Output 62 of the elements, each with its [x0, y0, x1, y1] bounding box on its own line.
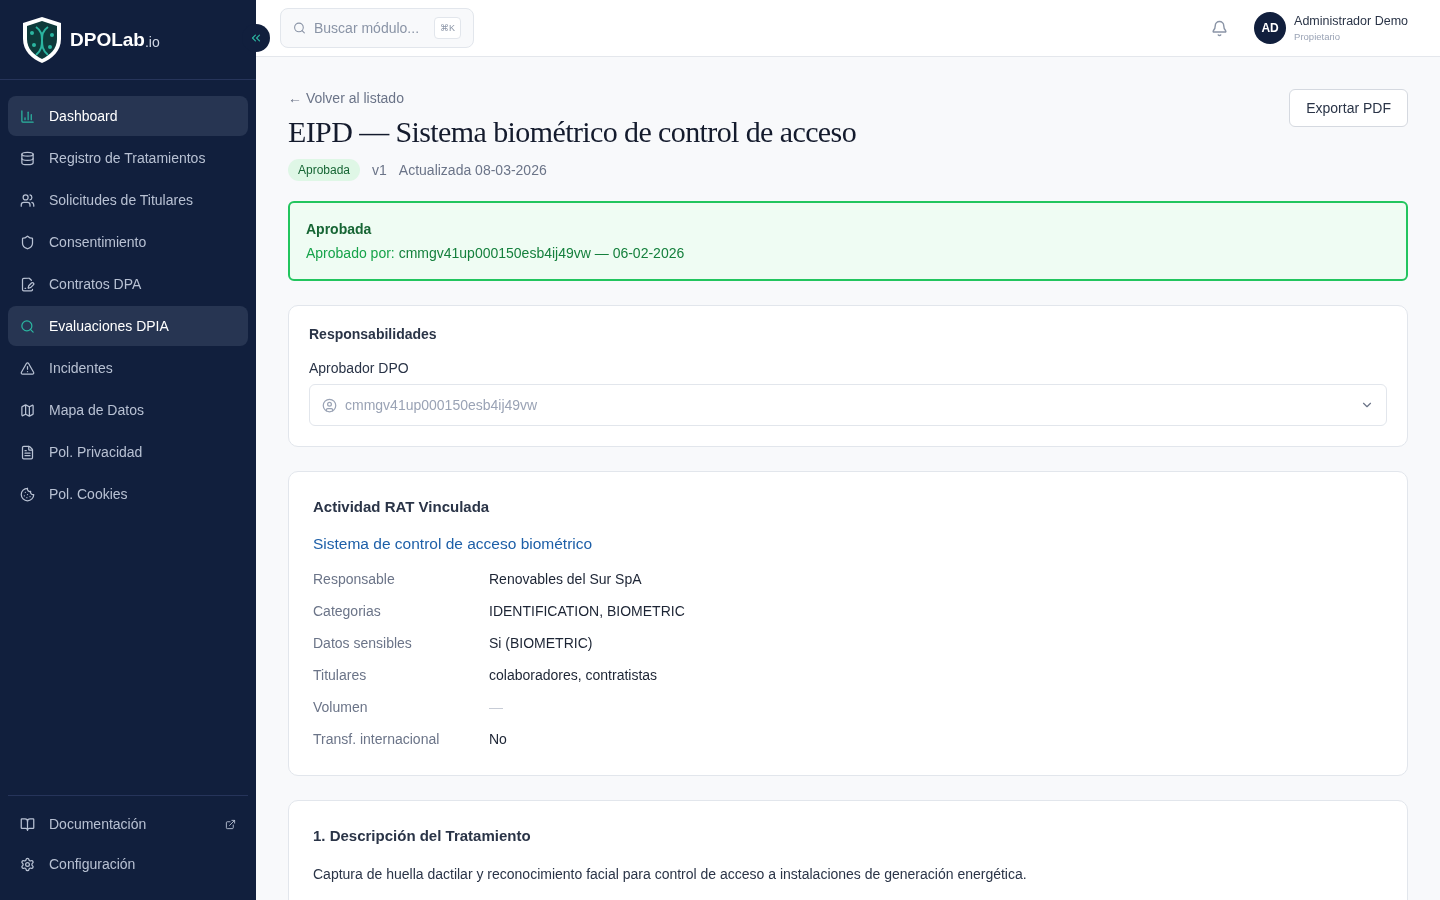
file-pen-icon — [20, 276, 35, 292]
user-circle-icon — [322, 397, 337, 413]
card-title: Responsabilidades — [309, 326, 438, 342]
sidebar-item[interactable]: Documentación — [8, 804, 248, 844]
shortcut-key: ⌘K — [434, 17, 461, 39]
brand-suffix: .io — [144, 33, 160, 50]
users-icon — [20, 192, 35, 208]
search-icon — [293, 21, 306, 35]
shield-icon — [20, 234, 35, 250]
sidebar-item[interactable]: Contratos DPA — [8, 264, 248, 304]
brand-name: DPOLab — [70, 28, 145, 51]
sidebar-item[interactable]: Pol. Cookies — [8, 474, 248, 514]
user-avatar[interactable]: AD — [1254, 12, 1287, 44]
detail-label: Categorias — [313, 603, 382, 619]
field-label: Aprobador DPO — [309, 360, 410, 376]
updated-date: Actualizada 08-03-2026 — [398, 162, 547, 178]
sidebar-item[interactable]: Registro de Tratamientos — [8, 138, 248, 178]
description-text: Captura de huella dactilar y reconocimiento facial para control de acceso a instalaciones de generación energética. — [313, 866, 1028, 882]
sidebar-item[interactable]: Dashboard — [8, 96, 248, 136]
version-label: v1 — [372, 162, 387, 178]
detail-label: Responsable — [313, 571, 396, 587]
rat-link[interactable]: Sistema de control de acceso biométrico — [313, 535, 1383, 553]
search-icon — [20, 318, 35, 334]
map-icon — [20, 402, 35, 418]
document-icon — [20, 444, 35, 460]
bar-chart-icon — [20, 108, 35, 124]
status-badge: Aprobada — [288, 159, 361, 181]
detail-value: Renovables del Sur SpA — [489, 571, 643, 587]
detail-label: Transf. internacional — [313, 731, 441, 747]
detail-label: Datos sensibles — [313, 635, 413, 651]
sidebar-item[interactable]: Configuración — [8, 844, 248, 884]
sidebar-item[interactable]: Pol. Privacidad — [8, 432, 248, 472]
warning-icon — [20, 360, 35, 376]
detail-value: Si (BIOMETRIC) — [489, 635, 594, 651]
detail-label: Volumen — [313, 699, 369, 715]
bell-icon[interactable] — [1211, 19, 1229, 37]
page-title: EIPD — Sistema biométrico de control de acceso — [288, 115, 857, 149]
cookie-icon — [20, 486, 35, 502]
detail-value: colaboradores, contratistas — [489, 667, 659, 683]
sidebar-item[interactable]: Evaluaciones DPIA — [8, 306, 248, 346]
sidebar-item[interactable]: Incidentes — [8, 348, 248, 388]
card-title: 1. Descripción del Tratamiento — [313, 827, 532, 844]
detail-value: No — [489, 731, 508, 747]
back-link[interactable]: ← Volver al listado — [288, 90, 404, 106]
user-role: Propietario — [1294, 31, 1341, 42]
sidebar-item[interactable]: Consentimiento — [8, 222, 248, 262]
detail-value: — — [489, 699, 504, 715]
export-pdf-button[interactable]: Exportar PDF — [1289, 89, 1408, 127]
database-icon — [20, 150, 35, 166]
double-chevron-left-icon — [249, 31, 263, 45]
sidebar-item[interactable]: Mapa de Datos — [8, 390, 248, 430]
settings-icon — [20, 856, 35, 872]
sidebar-item[interactable]: Solicitudes de Titulares — [8, 180, 248, 220]
detail-value: IDENTIFICATION, BIOMETRIC — [489, 603, 686, 619]
shield-logo-icon — [20, 14, 64, 65]
approval-title: Aprobada — [306, 221, 373, 237]
detail-label: Titulares — [313, 667, 368, 683]
book-icon — [20, 816, 35, 832]
search-field[interactable]: Buscar módulo... — [314, 20, 426, 36]
approval-text: Aprobado por: cmmgv41up000150esb4ij49vw — 06-02-2026 — [306, 245, 686, 261]
card-title: Actividad RAT Vinculada — [313, 498, 491, 515]
user-name: Administrador Demo — [1294, 14, 1408, 28]
